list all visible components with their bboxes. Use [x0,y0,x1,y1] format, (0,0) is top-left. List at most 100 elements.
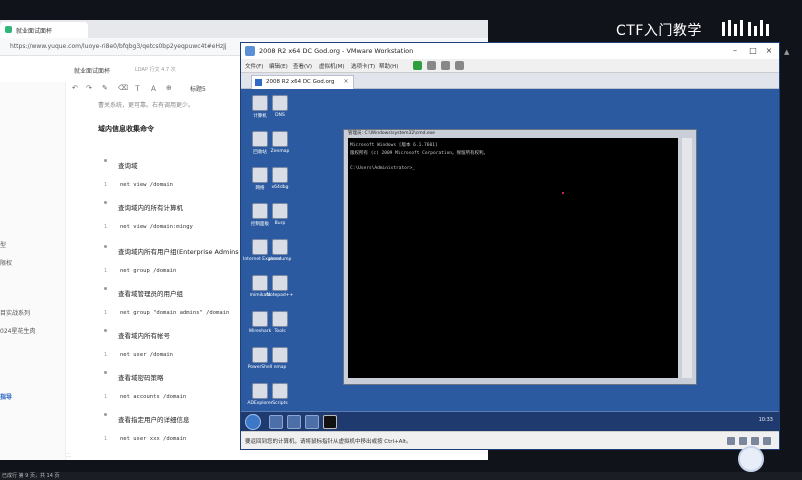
procdump-icon [272,239,288,255]
code-line[interactable]: net user /domain [120,352,173,358]
bullet-icon [104,245,107,248]
sound-status-icon[interactable] [763,437,771,445]
menu-tabs[interactable]: 选项卡(T) [351,62,375,70]
cmd-titlebar[interactable]: 管理员: C:\Windows\system32\cmd.exe [344,130,696,138]
cmd-output-line: 版权所有 (c) 2009 Microsoft Corporation。保留所有… [350,151,488,156]
browser-tab[interactable]: 就业面试面杯 [0,22,88,38]
code-line[interactable]: net accounts /domain [120,394,186,400]
desktop-icon-burp[interactable]: Burp [263,203,297,235]
server-manager-icon[interactable] [269,415,283,429]
menu-file[interactable]: 文件(F) [245,62,263,70]
usb-status-icon[interactable] [751,437,759,445]
vm-tab-close-icon[interactable]: × [344,78,349,85]
cmd-window[interactable]: 管理员: C:\Windows\system32\cmd.exe Microso… [343,129,697,385]
font-color-icon[interactable]: Ａ [150,84,157,94]
desktop-icon-label: DNS [275,113,285,118]
notepadpp-icon [272,275,288,291]
bullet-icon [104,371,107,374]
send-ctrl-alt-del-icon[interactable] [427,61,436,70]
code-line[interactable]: net view /domain [120,182,173,188]
sidebar-item[interactable]: 目实战系列 [0,308,30,317]
insert-icon[interactable]: ⊕ [166,84,172,92]
desktop-icon-procdump[interactable]: procdump [263,239,297,271]
browser-tab-bar: 就业面试面杯 [0,20,488,38]
bullet-icon [104,201,107,204]
network-status-icon[interactable] [739,437,747,445]
code-line[interactable]: net view /domain:mingy [120,224,193,230]
clear-format-icon[interactable]: ⌫ [118,84,128,92]
desktop-icon-label: Burp [274,221,286,226]
format-brush-icon[interactable]: ✎ [102,84,108,92]
code-line-number: 1 [104,182,108,188]
desktop-icon-label: procdump [268,257,292,262]
step-title: 查询域内的所有计算机 [118,204,183,212]
sidebar-item[interactable]: 024星花生肉 [0,326,35,335]
desktop-icon-label: Zenmap [270,149,290,154]
sidebar-item[interactable]: 型 [0,240,6,249]
menu-help[interactable]: 帮助(H) [379,62,398,70]
desktop-icon-label: Notepad++ [266,293,294,298]
folder-icon [272,311,288,327]
scroll-up-icon[interactable]: ▲ [784,48,789,56]
text-style-icon[interactable]: Ｔ [134,84,141,94]
url-text[interactable]: https://www.yuque.com/luoye-ri8e0/bfqbg3… [10,43,227,50]
vmware-status-text: 要返回到您的计算机，请将鼠标指针从虚拟机中移出或按 Ctrl+Alt。 [245,439,412,445]
menu-view[interactable]: 查看(V) [293,62,312,70]
power-on-icon[interactable] [413,61,422,70]
browser-status-bar: 已成行 第 9 页，共 14 页 [0,472,802,480]
desktop-icon-notepadpp[interactable]: Notepad++ [263,275,297,307]
sidebar-item-active[interactable]: 指导 [0,392,12,401]
step-title: 查询域内所有用户组(Enterprise Admins [118,248,239,256]
yuque-favicon-icon [5,26,12,33]
vmware-titlebar[interactable]: 2008 R2 x64 DC God.org - VMware Workstat… [241,43,779,59]
cmd-prompt-line[interactable]: C:\Users\Administrator>_ [350,166,415,171]
vmware-window: 2008 R2 x64 DC God.org - VMware Workstat… [240,42,780,450]
nmap-icon [272,347,288,363]
close-icon[interactable]: × [761,45,777,57]
fullscreen-icon[interactable] [455,61,464,70]
desktop-icon-nmap[interactable]: nmap [263,347,297,379]
cursor-indicator-icon [562,192,564,194]
code-line[interactable]: net group /domain [120,268,176,274]
menu-vm[interactable]: 虚拟机(M) [319,62,345,70]
code-line[interactable]: net group "domain admins" /domain [120,310,229,316]
cmd-console[interactable]: Microsoft Windows [版本 6.1.7601] 版权所有 (c)… [348,138,678,378]
powershell-taskbar-icon[interactable] [287,415,301,429]
desktop-icon-tools[interactable]: Tools [263,311,297,343]
tray-clock: 10:33 [758,417,773,423]
dns-icon [272,95,288,111]
explorer-taskbar-icon[interactable] [305,415,319,429]
maximize-icon[interactable]: □ [745,45,761,57]
redo-icon[interactable]: ↷ [86,84,92,92]
sidebar-item[interactable]: 限权 [0,258,12,267]
desktop-icon-zenmap[interactable]: Zenmap [263,131,297,163]
guest-desktop[interactable]: 计算机 回收站 网络 控制面板 Internet Explorer mimika… [241,89,779,431]
minimize-icon[interactable]: – [727,45,743,57]
browser-tab-title: 就业面试面杯 [16,28,53,35]
doc-sidebar: 型 限权 目实战系列 024星花生肉 指导 [0,82,66,460]
vmware-window-title: 2008 R2 x64 DC God.org - VMware Workstat… [259,47,414,55]
vmware-menubar: 文件(F) 编辑(E) 查看(V) 虚拟机(M) 选项卡(T) 帮助(H) [241,59,779,73]
windows-start-icon[interactable] [245,414,261,430]
code-line-number: 1 [104,268,108,274]
bullet-icon [104,159,107,162]
desktop-icon-x64dbg[interactable]: x64dbg [263,167,297,199]
menu-edit[interactable]: 编辑(E) [269,62,288,70]
desktop-icon-dns[interactable]: DNS [263,95,297,127]
vmware-logo-icon [245,46,255,56]
hdd-status-icon[interactable] [727,437,735,445]
cmd-output-line: Microsoft Windows [版本 6.1.7601] [350,143,438,148]
code-line[interactable]: net user xxx /domain [120,436,186,442]
cmd-scrollbar[interactable] [682,138,692,378]
undo-icon[interactable]: ↶ [72,84,78,92]
zenmap-icon [272,131,288,147]
heading-style-dropdown[interactable]: 标题5 [190,84,206,93]
vm-tab[interactable]: 2008 R2 x64 DC God.org × [251,75,354,89]
doc-breadcrumb[interactable]: 就业面试面杯 [74,66,110,75]
step-title: 查看域管理员的用户组 [118,290,183,298]
cmd-taskbar-icon[interactable] [323,415,337,429]
doc-section-heading: 域内信息收集命令 [98,125,154,133]
code-line-number: 1 [104,394,108,400]
desktop-icon-label: Scripts [272,401,288,406]
snapshot-icon[interactable] [441,61,450,70]
